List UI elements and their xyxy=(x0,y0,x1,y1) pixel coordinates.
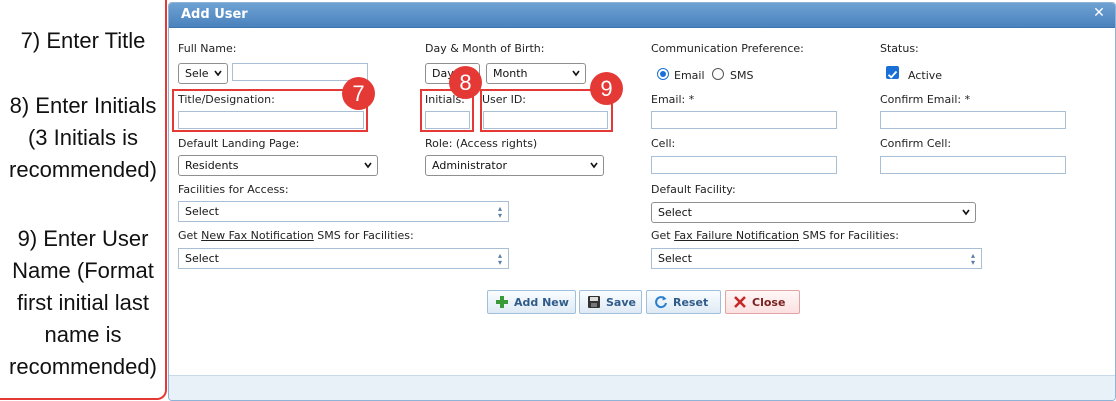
fax-notification-link[interactable]: New Fax Notification xyxy=(201,229,314,242)
facilities-label: Facilities for Access: xyxy=(178,183,289,196)
role-value: Administrator xyxy=(432,159,507,172)
add-new-label: Add New xyxy=(514,296,569,309)
annotation-panel: 7) Enter Title 8) Enter Initials (3 Init… xyxy=(0,0,167,400)
email-input[interactable] xyxy=(651,111,837,129)
fax-failure-suffix: SMS for Facilities: xyxy=(798,229,899,242)
cell-input[interactable] xyxy=(651,156,837,174)
fax-failure-value: Select xyxy=(658,252,692,265)
dialog-title: Add User xyxy=(181,7,248,22)
name-prefix-select[interactable]: Sele xyxy=(178,63,228,84)
default-facility-label: Default Facility: xyxy=(651,183,736,196)
confirm-email-label: Confirm Email: * xyxy=(880,93,971,106)
fax-failure-label: Get Fax Failure Notification SMS for Fac… xyxy=(651,229,899,242)
default-facility-value: Select xyxy=(658,206,692,219)
close-label: Close xyxy=(752,296,786,309)
save-button[interactable]: Save xyxy=(579,290,642,314)
close-icon xyxy=(734,296,746,308)
annotation-step-8-line: (3 Initials is xyxy=(27,125,139,150)
facilities-select[interactable]: Select ▴ ▾ xyxy=(178,201,509,222)
comm-email-label: Email xyxy=(674,69,705,82)
updown-icon: ▴ ▾ xyxy=(497,204,502,220)
step-badge-8: 8 xyxy=(449,66,482,99)
landing-page-select[interactable]: Residents xyxy=(178,155,378,176)
comm-pref-label: Communication Preference: xyxy=(651,42,804,55)
fax-notification-suffix: SMS for Facilities: xyxy=(313,229,414,242)
status-label: Status: xyxy=(880,42,919,55)
reset-label: Reset xyxy=(673,296,709,309)
role-label: Role: (Access rights) xyxy=(425,137,538,150)
fax-notification-label: Get New Fax Notification SMS for Facilit… xyxy=(178,229,414,242)
confirm-cell-input[interactable] xyxy=(880,156,1066,174)
comm-sms-label: SMS xyxy=(730,69,754,82)
floppy-disk-icon xyxy=(588,296,600,308)
dialog-footer xyxy=(169,375,1115,400)
full-name-input[interactable] xyxy=(232,63,368,81)
updown-icon: ▴ ▾ xyxy=(497,251,502,267)
refresh-icon xyxy=(655,296,667,309)
step-badge-9: 9 xyxy=(590,72,623,105)
annotation-step-9-line: 9) Enter User xyxy=(17,226,149,251)
confirm-email-input[interactable] xyxy=(880,111,1066,129)
chevron-down-icon xyxy=(572,70,580,77)
name-prefix-value: Sele xyxy=(185,67,209,80)
add-user-dialog: Add User ✕ Full Name: Sele Day & Month o… xyxy=(168,2,1116,401)
chevron-down-icon xyxy=(364,162,372,169)
annotation-step-9-line: first initial last xyxy=(16,290,150,315)
annotation-step-8-line: 8) Enter Initials xyxy=(9,93,157,118)
fax-failure-link[interactable]: Fax Failure Notification xyxy=(674,229,799,242)
status-active-label: Active xyxy=(908,69,943,82)
role-select[interactable]: Administrator xyxy=(425,155,604,176)
full-name-label: Full Name: xyxy=(178,42,237,55)
step-badge-7: 7 xyxy=(342,77,375,110)
title-highlight-box xyxy=(172,89,368,132)
landing-page-value: Residents xyxy=(185,159,239,172)
annotation-step-7: 7) Enter Title xyxy=(20,28,146,53)
comm-email-radio[interactable] xyxy=(657,68,669,80)
dob-month-value: Month xyxy=(493,67,528,80)
default-facility-select[interactable]: Select xyxy=(651,202,976,223)
email-label: Email: * xyxy=(651,93,695,106)
chevron-down-icon xyxy=(590,162,598,169)
fax-failure-prefix: Get xyxy=(651,229,675,242)
comm-sms-radio[interactable] xyxy=(712,68,724,80)
dob-label: Day & Month of Birth: xyxy=(425,42,545,55)
add-new-button[interactable]: Add New xyxy=(487,290,576,314)
updown-icon: ▴ ▾ xyxy=(970,251,975,267)
checkmark-icon xyxy=(887,70,898,79)
status-active-checkbox[interactable] xyxy=(886,66,899,79)
fax-notification-value: Select xyxy=(185,252,219,265)
dialog-titlebar[interactable]: Add User ✕ xyxy=(169,3,1115,28)
confirm-cell-label: Confirm Cell: xyxy=(880,137,952,150)
fax-failure-select[interactable]: Select ▴ ▾ xyxy=(651,248,982,269)
close-button[interactable]: Close xyxy=(725,290,800,314)
dob-month-select[interactable]: Month xyxy=(486,63,586,84)
chevron-down-icon xyxy=(214,70,222,77)
reset-button[interactable]: Reset xyxy=(646,290,721,314)
annotation-step-9-line: recommended) xyxy=(9,354,157,379)
cell-label: Cell: xyxy=(651,137,676,150)
plus-icon xyxy=(496,296,508,308)
landing-page-label: Default Landing Page: xyxy=(178,137,300,150)
facilities-value: Select xyxy=(185,205,219,218)
fax-notification-prefix: Get xyxy=(178,229,202,242)
save-label: Save xyxy=(606,296,636,309)
annotation-step-9-line: Name (Format xyxy=(12,258,154,283)
annotation-step-9-line: name is xyxy=(44,322,122,347)
annotation-step-8-line: recommended) xyxy=(9,157,157,182)
fax-notification-select[interactable]: Select ▴ ▾ xyxy=(178,248,509,269)
close-icon[interactable]: ✕ xyxy=(1091,5,1107,21)
chevron-down-icon xyxy=(962,209,970,216)
